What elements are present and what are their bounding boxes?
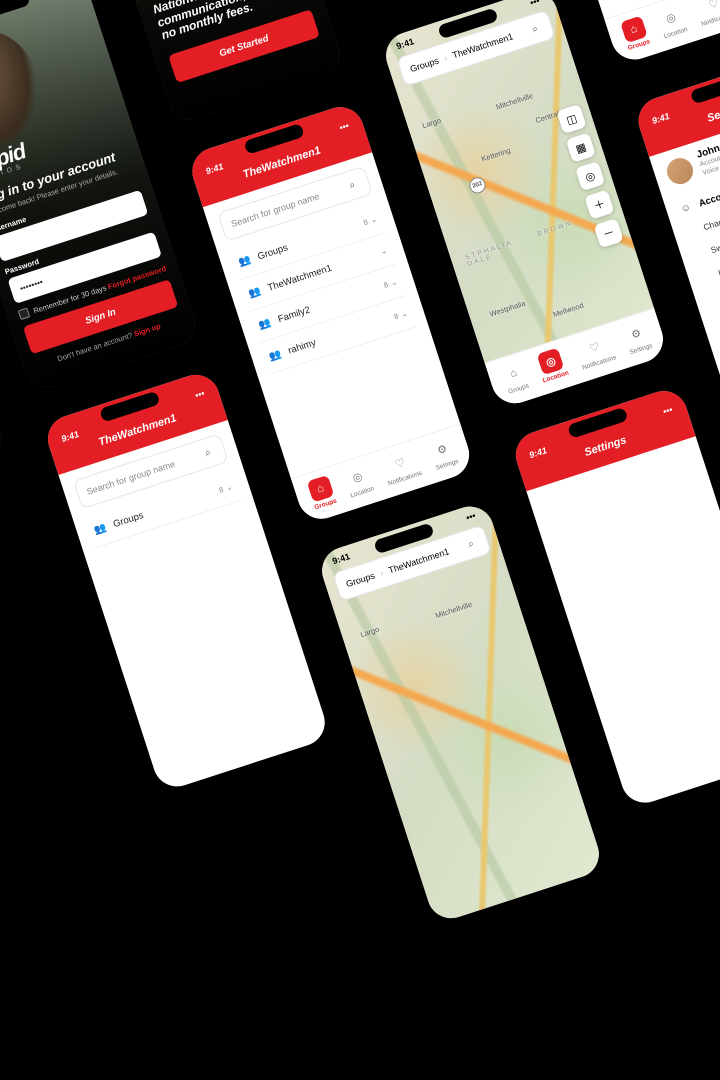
group-icon: 👥 bbox=[256, 315, 274, 333]
group-icon: 👥 bbox=[236, 252, 254, 270]
tab-groups[interactable]: ⌂Groups bbox=[306, 475, 338, 512]
tab-location[interactable]: ◎Location bbox=[656, 3, 689, 40]
search-icon[interactable]: ⌕ bbox=[526, 20, 544, 38]
tab-notifications[interactable]: ♡Notifications bbox=[380, 447, 423, 487]
user-icon: ☺ bbox=[677, 200, 695, 218]
group-icon: 👥 bbox=[266, 346, 284, 364]
tab-location[interactable]: ◎Location bbox=[342, 462, 375, 499]
tab-groups[interactable]: ⌂Groups bbox=[620, 15, 652, 52]
tab-notifications[interactable]: ♡Notifications bbox=[693, 0, 720, 28]
group-icon: 👥 bbox=[246, 284, 264, 302]
tab-settings[interactable]: ⚙Settings bbox=[621, 320, 653, 357]
search-icon: ⌕ bbox=[199, 444, 217, 462]
avatar bbox=[664, 155, 697, 188]
tab-notifications[interactable]: ♡Notifications bbox=[574, 331, 617, 371]
tab-groups[interactable]: ⌂Groups bbox=[500, 360, 531, 396]
search-icon: ⌕ bbox=[343, 176, 361, 194]
tab-settings[interactable]: ⚙Settings bbox=[428, 435, 460, 472]
tab-bar: ⌂Groups ◎Location ♡Notifications ⚙Settin… bbox=[604, 0, 720, 66]
remember-checkbox[interactable] bbox=[18, 307, 31, 320]
tab-location[interactable]: ◎Location bbox=[534, 347, 569, 385]
